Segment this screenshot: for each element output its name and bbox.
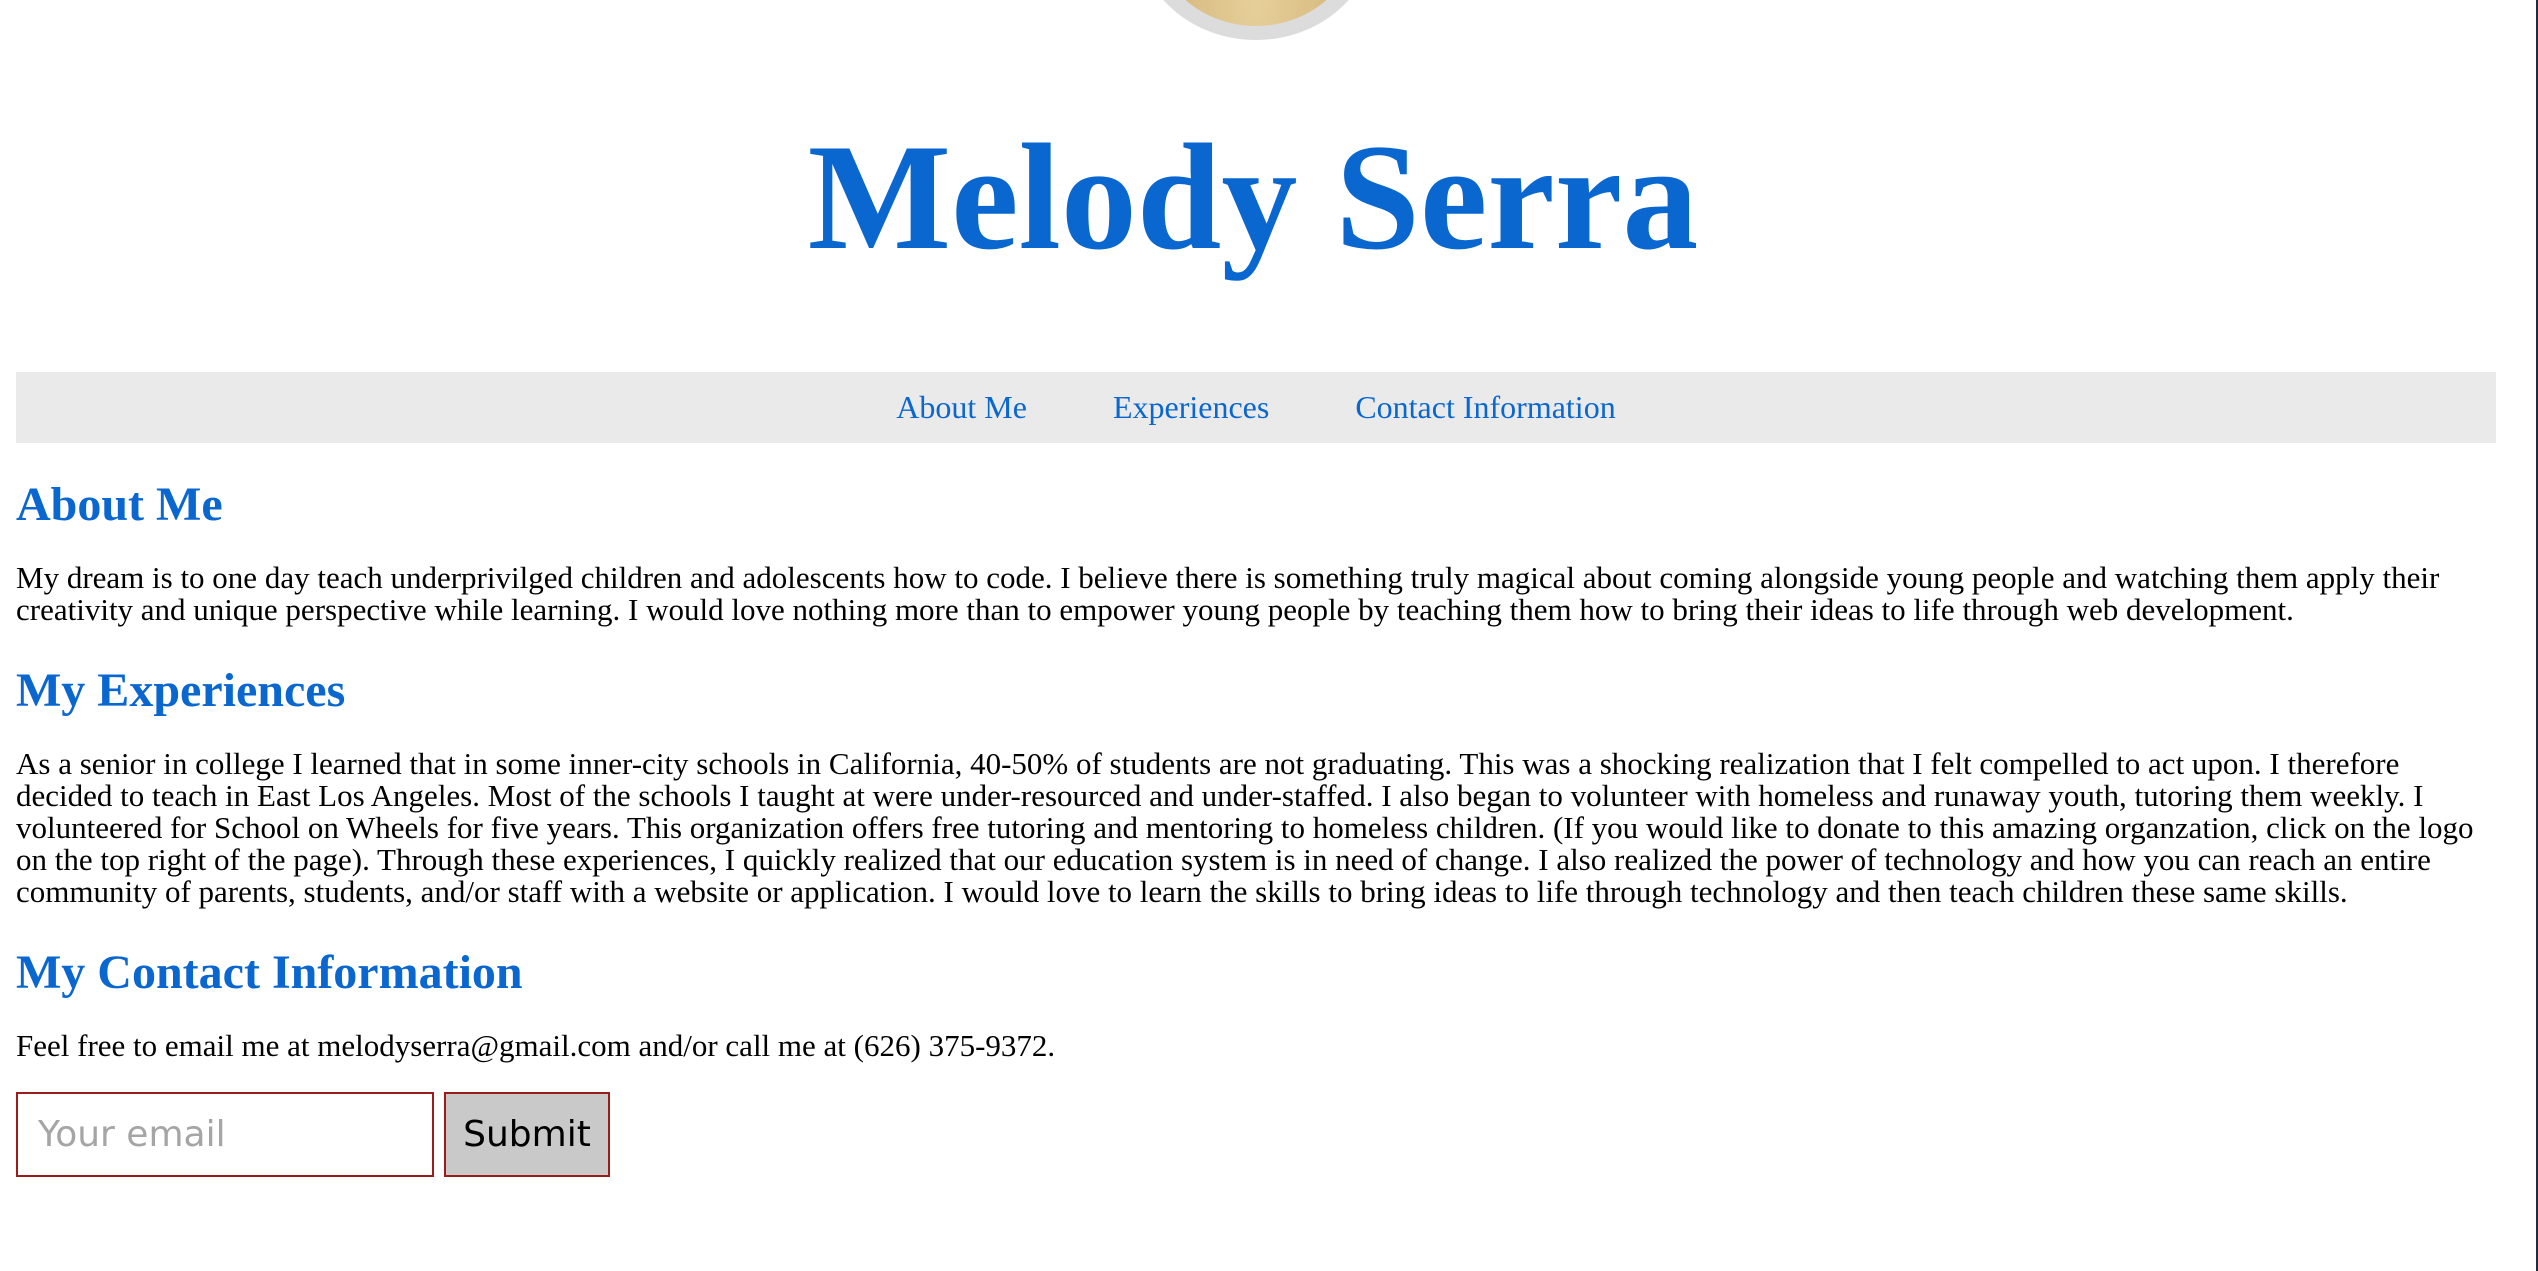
contact-heading: My Contact Information <box>16 946 523 999</box>
submit-button[interactable]: Submit <box>444 1092 610 1177</box>
experiences-text: As a senior in college I learned that in… <box>16 746 2474 909</box>
main-nav: About Me Experiences Contact Information <box>16 372 2496 443</box>
about-heading: About Me <box>16 478 223 531</box>
about-text: My dream is to one day teach underprivil… <box>16 560 2440 627</box>
page: Melody Serra About Me Experiences Contac… <box>0 0 2538 1271</box>
about-section: About Me My dream is to one day teach un… <box>16 470 2500 626</box>
nav-link-experiences[interactable]: Experiences <box>1113 389 1269 426</box>
profile-photo <box>1152 0 1360 26</box>
email-input[interactable] <box>16 1092 434 1177</box>
experiences-heading: My Experiences <box>16 664 346 717</box>
profile-photo-frame <box>1138 0 1374 40</box>
email-form: Submit <box>16 1092 2500 1177</box>
experiences-section: My Experiences As a senior in college I … <box>16 656 2500 908</box>
contact-section: My Contact Information Feel free to emai… <box>16 938 2500 1177</box>
nav-link-contact-information[interactable]: Contact Information <box>1355 389 1615 426</box>
main-content: About Me My dream is to one day teach un… <box>16 470 2500 1177</box>
contact-text: Feel free to email me at melodyserra@gma… <box>16 1028 1056 1063</box>
page-title: Melody Serra <box>807 113 1699 281</box>
nav-link-about-me[interactable]: About Me <box>896 389 1027 426</box>
